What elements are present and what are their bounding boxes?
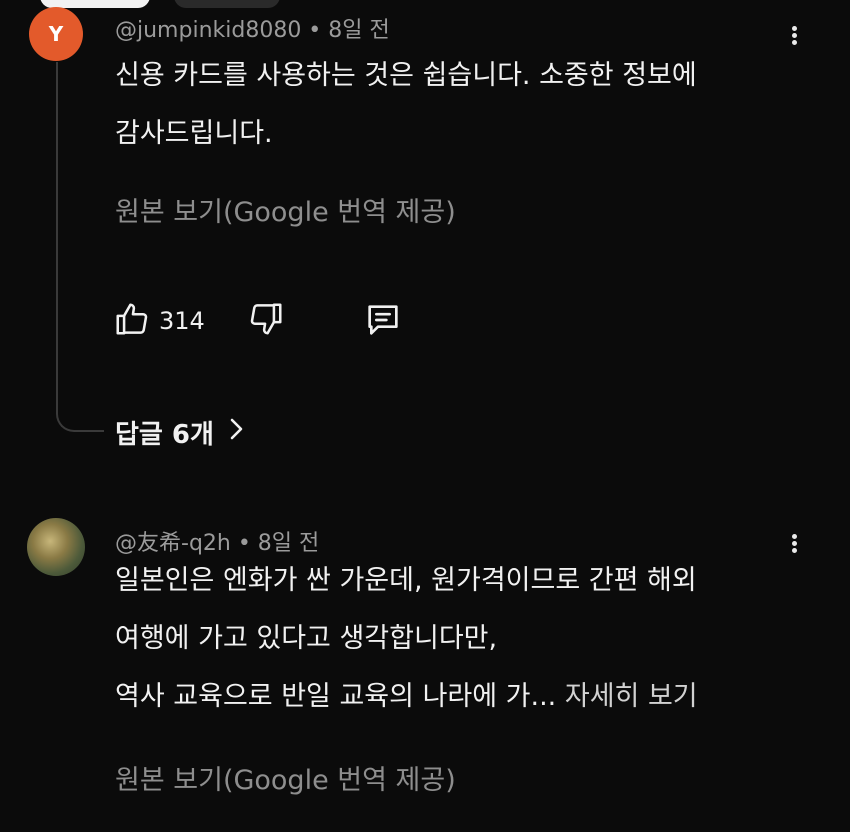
- see-more-link[interactable]: 자세히 보기: [565, 681, 698, 712]
- like-count: 314: [159, 307, 205, 335]
- like-button[interactable]: 314: [113, 300, 205, 342]
- view-original-link[interactable]: 원본 보기(Google 번역 제공): [115, 758, 456, 797]
- comment-body: 일본인은 엔화가 싼 가운데, 원가격이므로 간편 해외 여행에 가고 있다고 …: [115, 552, 698, 726]
- thread-connector: [56, 62, 104, 432]
- avatar[interactable]: [27, 518, 85, 576]
- replies-toggle[interactable]: 답글 6개: [115, 414, 246, 451]
- comment-line-text: 역사 교육으로 반일 교육의 나라에 가...: [115, 681, 557, 712]
- comment-icon: [363, 305, 403, 344]
- filter-chip[interactable]: [174, 0, 280, 8]
- comment-line-last: 역사 교육으로 반일 교육의 나라에 가... 자세히 보기: [115, 668, 698, 726]
- comment-line: 신용 카드를 사용하는 것은 쉽습니다. 소중한 정보에: [115, 60, 697, 91]
- comment-body: 신용 카드를 사용하는 것은 쉽습니다. 소중한 정보에 감사드립니다.: [115, 47, 697, 163]
- comment-author-meta[interactable]: @jumpinkid8080 • 8일 전: [115, 12, 390, 44]
- chevron-right-icon: [226, 416, 246, 449]
- comment-line: 일본인은 엔화가 싼 가운데, 원가격이므로 간편 해외: [115, 565, 697, 596]
- avatar[interactable]: Y: [29, 7, 83, 61]
- replies-count-label: 답글 6개: [115, 420, 214, 450]
- view-original-link[interactable]: 원본 보기(Google 번역 제공): [115, 190, 456, 229]
- more-vert-icon[interactable]: [788, 24, 800, 54]
- comments-screen: Y @jumpinkid8080 • 8일 전 신용 카드를 사용하는 것은 쉽…: [0, 0, 850, 832]
- thumbs-up-icon: [113, 300, 151, 342]
- reply-button[interactable]: [363, 300, 403, 344]
- thumbs-down-icon: [247, 303, 285, 342]
- dislike-button[interactable]: [247, 300, 285, 342]
- comment-line: 여행에 가고 있다고 생각합니다만,: [115, 623, 498, 654]
- comment-line: 감사드립니다.: [115, 118, 273, 149]
- more-vert-icon[interactable]: [788, 532, 800, 562]
